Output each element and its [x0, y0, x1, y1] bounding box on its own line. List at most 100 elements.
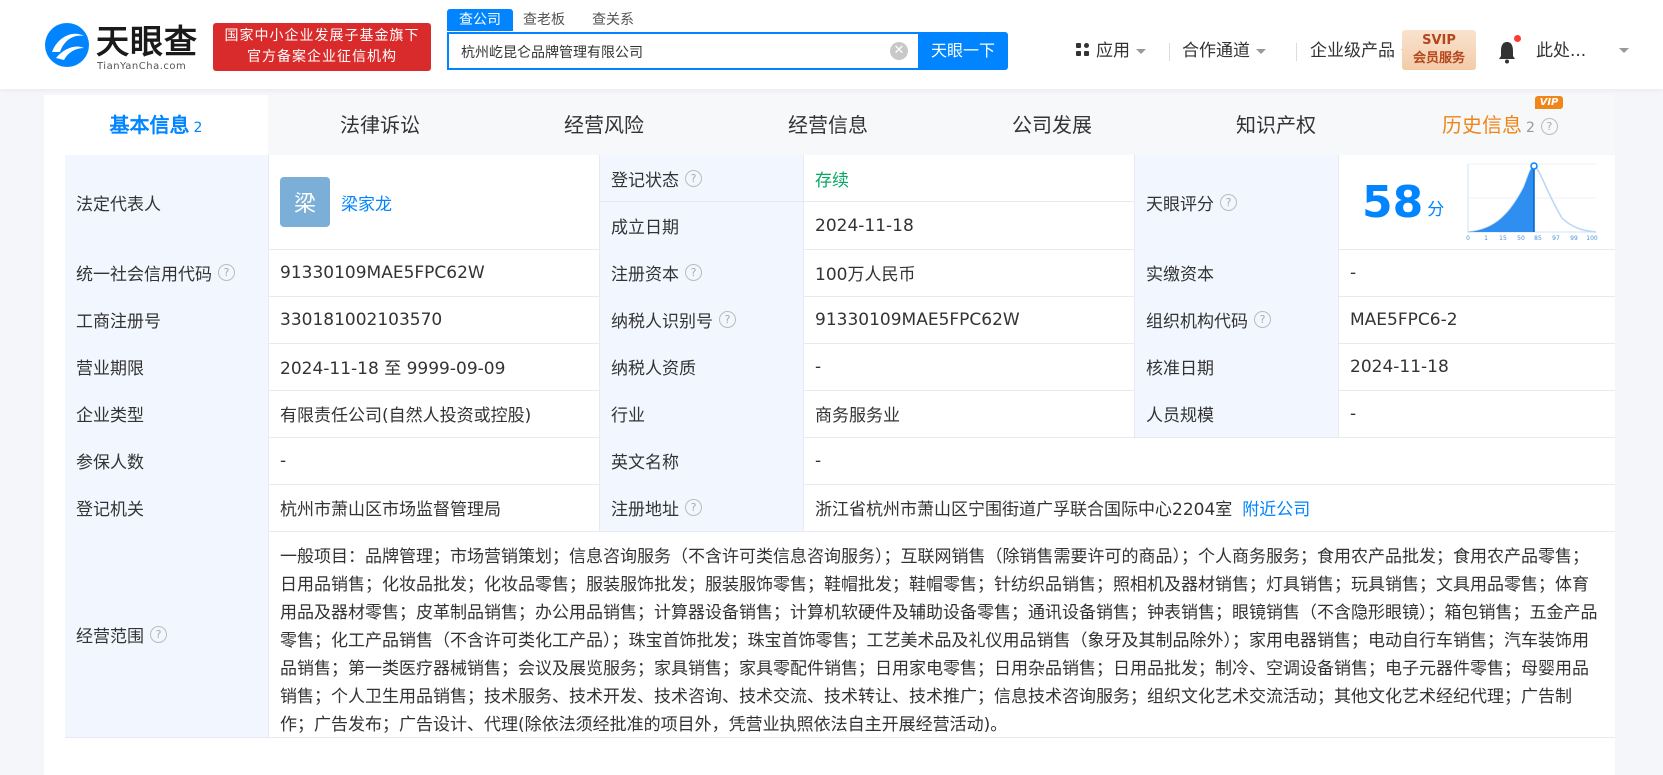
en-name-label: 英文名称	[600, 437, 804, 484]
staff-value: -	[1350, 403, 1357, 424]
org-code-value: MAE5FPC6-2	[1350, 309, 1458, 330]
site-logo[interactable]: 天眼查 TianYanCha.com	[44, 22, 204, 72]
section-tabs: 基本信息 2 法律诉讼 经营风险 经营信息 公司发展 知识产权 历史信息 2?	[44, 95, 1615, 155]
help-icon[interactable]: ?	[1254, 311, 1271, 328]
reg-capital-label: 注册资本	[611, 265, 679, 285]
reg-status-label-cell: 登记状态?	[600, 155, 804, 202]
rating-distribution-chart[interactable]: 0 1 15 50 85 97 99 100	[1466, 162, 1598, 242]
taxpayer-id-label: 纳税人识别号	[611, 312, 713, 332]
clear-icon[interactable]: ✕	[890, 42, 908, 60]
table-row: 企业类型 有限责任公司(自然人投资或控股) 行业 商务服务业 人员规模 -	[65, 390, 1615, 438]
help-icon[interactable]: ?	[719, 311, 736, 328]
biz-reg-no-value: 330181002103570	[269, 296, 600, 343]
staff-label: 人员规模	[1135, 390, 1339, 437]
tab-count: 2	[193, 120, 203, 136]
table-row: 法定代表人 梁 梁家龙 登记状态? 存续 成立日期 2024-11-18 天眼评…	[65, 155, 1615, 250]
rating-cell: 58 分 0 1 15 50 85 97 99 100	[1339, 155, 1615, 249]
chevron-down-icon	[1136, 48, 1146, 54]
vip-badge: VIP	[1535, 96, 1563, 109]
help-icon[interactable]: ?	[1220, 193, 1237, 211]
search-button[interactable]: 天眼一下	[918, 32, 1008, 70]
bell-icon[interactable]	[1497, 40, 1517, 64]
est-date-value: 2024-11-18	[804, 202, 1135, 249]
help-icon[interactable]: ?	[685, 169, 702, 187]
svip-label: SVIP	[1422, 33, 1456, 48]
table-row: 统一社会信用代码? 91330109MAE5FPC62W 注册资本? 100万人…	[65, 249, 1615, 297]
notification-dot	[1514, 35, 1521, 42]
nav-enterprise-label: 企业级产品	[1310, 41, 1395, 61]
logo-subtext: TianYanCha.com	[97, 61, 187, 72]
search-input[interactable]	[459, 34, 883, 70]
nav-partner[interactable]: 合作通道	[1182, 38, 1266, 64]
legal-rep-cell: 梁 梁家龙	[269, 155, 600, 249]
en-name-value: -	[815, 450, 822, 471]
tab-legal[interactable]: 法律诉讼	[268, 95, 492, 155]
help-icon[interactable]: ?	[685, 499, 702, 516]
nav-divider	[1389, 43, 1390, 61]
axis-tick: 97	[1552, 235, 1560, 242]
paid-capital-value: -	[1350, 262, 1357, 283]
search-tab-relation[interactable]: 查关系	[592, 9, 634, 31]
tab-basic-info[interactable]: 基本信息 2	[44, 95, 268, 155]
logo-text: 天眼查	[96, 22, 198, 61]
search-tab-boss[interactable]: 查老板	[523, 9, 565, 31]
credit-code-label-cell: 统一社会信用代码?	[65, 249, 269, 296]
help-icon[interactable]: ?	[1540, 118, 1558, 135]
taxpayer-id-value: 91330109MAE5FPC62W	[804, 296, 1135, 343]
search-tab-company[interactable]: 查公司	[447, 9, 513, 31]
legal-rep-label: 法定代表人	[65, 155, 269, 249]
insured-label: 参保人数	[65, 437, 269, 484]
credit-code-label: 统一社会信用代码	[76, 265, 212, 285]
term-label: 营业期限	[65, 343, 269, 390]
user-menu[interactable]: 此处...	[1536, 38, 1586, 64]
help-icon[interactable]: ?	[150, 625, 167, 643]
tab-history[interactable]: 历史信息 2?	[1388, 95, 1612, 155]
nav-divider	[1296, 43, 1297, 61]
nav-enterprise[interactable]: 企业级产品	[1310, 38, 1411, 64]
tab-ip[interactable]: 知识产权	[1164, 95, 1388, 155]
official-badge: 国家中小企业发展子基金旗下 官方备案企业征信机构	[213, 23, 431, 71]
axis-tick: 99	[1570, 235, 1578, 242]
chevron-down-icon[interactable]	[1619, 48, 1629, 53]
basic-info-table: 法定代表人 梁 梁家龙 登记状态? 存续 成立日期 2024-11-18 天眼评…	[44, 155, 1615, 775]
avatar[interactable]: 梁	[280, 177, 330, 227]
insured-value: -	[269, 437, 600, 484]
tab-risk[interactable]: 经营风险	[492, 95, 716, 155]
address-value: 浙江省杭州市萧山区宁围街道广孚联合国际中心2204室	[815, 500, 1233, 520]
table-row: 营业期限 2024-11-18 至 9999-09-09 纳税人资质 - 核准日…	[65, 343, 1615, 391]
help-icon[interactable]: ?	[685, 264, 702, 281]
axis-tick: 85	[1534, 235, 1542, 242]
org-code-label-cell: 组织机构代码?	[1135, 296, 1339, 343]
legal-rep-link[interactable]: 梁家龙	[341, 190, 392, 215]
tab-label: 历史信息	[1442, 113, 1523, 137]
paid-capital-label: 实缴资本	[1135, 249, 1339, 296]
reg-status-label: 登记状态	[611, 170, 679, 191]
axis-tick: 0	[1466, 235, 1470, 242]
nav-apps-label: 应用	[1096, 41, 1130, 61]
table-row: 参保人数 - 英文名称 -	[65, 437, 1615, 485]
tab-label: 基本信息	[109, 113, 190, 137]
help-icon[interactable]: ?	[218, 264, 235, 281]
industry-value: 商务服务业	[804, 390, 1135, 437]
approval-date-value: 2024-11-18	[1350, 356, 1449, 377]
nav-partner-label: 合作通道	[1182, 41, 1250, 61]
tab-operation[interactable]: 经营信息	[716, 95, 940, 155]
axis-tick: 100	[1587, 235, 1599, 242]
org-code-label: 组织机构代码	[1146, 312, 1248, 332]
nearby-companies-link[interactable]: 附近公司	[1242, 495, 1310, 520]
table-row: 经营范围? 一般项目：品牌管理；市场营销策划；信息咨询服务（不含许可类信息咨询服…	[65, 531, 1615, 738]
svip-button[interactable]: SVIP 会员服务	[1402, 30, 1476, 70]
address-label-cell: 注册地址?	[600, 484, 804, 531]
tab-count: 2	[1526, 120, 1535, 136]
search-box: ✕	[447, 32, 918, 70]
nav-apps[interactable]: 应用	[1076, 38, 1146, 64]
tab-development[interactable]: 公司发展	[940, 95, 1164, 155]
rating-label: 天眼评分	[1146, 194, 1214, 215]
taxpayer-qual-value: -	[804, 343, 1135, 390]
top-header: 天眼查 TianYanCha.com 国家中小企业发展子基金旗下 官方备案企业征…	[0, 0, 1663, 89]
scope-cell: 一般项目：品牌管理；市场营销策划；信息咨询服务（不含许可类信息咨询服务）；互联网…	[269, 531, 1615, 737]
logo-icon	[45, 23, 89, 67]
address-label: 注册地址	[611, 500, 679, 520]
type-label: 企业类型	[65, 390, 269, 437]
axis-tick: 1	[1484, 235, 1488, 242]
